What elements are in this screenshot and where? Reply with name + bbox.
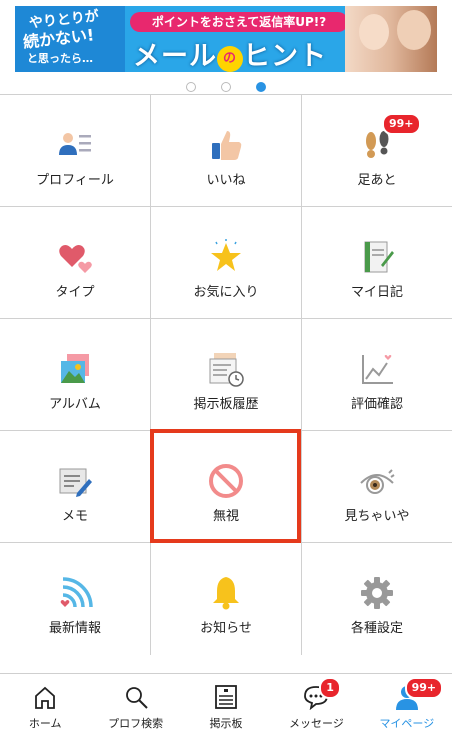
ad-banner[interactable]: やりとりが 続かない! と思ったら… ポイントをおさえて返信率UP!? メールの… [15,6,437,72]
ignore-icon [209,464,243,498]
nav-label: プロフ検索 [108,717,164,730]
search-icon [125,687,148,709]
nav-home[interactable]: ホーム [0,674,90,735]
banner-photo [345,6,437,72]
menu-item-label: いいね [206,173,246,188]
menu-item-label: 評価確認 [350,397,403,412]
menu-item-ignore[interactable]: 無視 [151,431,302,542]
banner-pill: ポイントをおさえて返信率UP!? [130,12,348,32]
bell-icon [213,577,239,610]
carousel-dot[interactable] [185,82,196,92]
board-history-icon [209,353,244,387]
menu-item-label: 最新情報 [48,621,101,636]
banner-headline-o: の [217,46,243,72]
profile-icon [59,133,91,155]
chart-icon [362,355,393,384]
menu-item-footprints[interactable]: 99+ 足あと [302,95,452,206]
menu-item-label: 掲示板履歴 [193,397,259,412]
menu-item-notices[interactable]: お知らせ [151,543,302,655]
banner-headline-a: メール [133,41,217,72]
thumbs-up-icon [212,131,242,160]
nav-label: メッセージ [289,717,344,730]
menu-item-memo[interactable]: メモ [0,431,151,542]
gear-icon [361,577,393,609]
menu-item-news[interactable]: 最新情報 [0,543,151,655]
bottom-nav: ホーム プロフ検索 掲示板 1 メッセージ 99+ マイページ [0,673,452,735]
nav-profile-search[interactable]: プロフ検索 [90,674,180,735]
memo-icon [59,468,92,497]
menu-item-like[interactable]: いいね [151,95,302,206]
menu-item-label: 無視 [212,509,239,524]
carousel-dot-active[interactable] [256,82,267,92]
album-icon [61,354,89,383]
menu-item-profile[interactable]: プロフィール [0,95,151,206]
mypage-menu-grid: プロフィール いいね 99+ 足あと タイプ お気に入り マイ日記 アルバム 掲… [0,94,452,655]
news-icon [60,577,93,608]
menu-item-board-history[interactable]: 掲示板履歴 [151,319,302,430]
nav-message[interactable]: 1 メッセージ [271,674,361,735]
menu-item-label: 各種設定 [350,621,403,636]
menu-item-diary[interactable]: マイ日記 [302,207,452,318]
eye-icon [360,469,395,494]
diary-icon [364,241,394,273]
footprints-badge: 99+ [382,113,421,135]
menu-item-album[interactable]: アルバム [0,319,151,430]
banner-headline: メールのヒント [133,34,327,72]
banner-left-panel: やりとりが 続かない! と思ったら… [15,6,125,72]
board-icon [215,685,237,709]
mypage-badge: 99+ [404,677,444,699]
menu-item-label: メモ [61,509,88,524]
banner-line3: と思ったら… [27,52,93,65]
menu-item-label: アルバム [49,397,101,412]
star-icon [211,239,241,271]
hearts-icon [59,245,92,273]
menu-item-type[interactable]: タイプ [0,207,151,318]
menu-item-label: お知らせ [200,621,252,636]
menu-item-hide[interactable]: 見ちゃいや [302,431,452,542]
banner-face-woman [359,14,389,50]
carousel-dot[interactable] [221,82,231,92]
menu-item-label: マイ日記 [350,285,403,300]
menu-item-settings[interactable]: 各種設定 [302,543,452,655]
nav-label: ホーム [28,717,62,730]
menu-item-rating[interactable]: 評価確認 [302,319,452,430]
message-badge: 1 [319,677,341,699]
menu-item-label: タイプ [55,285,95,300]
menu-item-label: お気に入り [193,285,259,300]
nav-board[interactable]: 掲示板 [181,674,271,735]
nav-mypage[interactable]: 99+ マイページ [362,674,452,735]
nav-label: 掲示板 [209,717,243,730]
menu-item-favorites[interactable]: お気に入り [151,207,302,318]
nav-label: マイページ [379,717,435,730]
menu-item-label: プロフィール [36,173,114,188]
menu-item-label: 足あと [357,173,397,188]
home-icon [35,686,56,709]
banner-face-man [397,10,431,50]
menu-item-label: 見ちゃいや [344,509,410,524]
banner-headline-b: ヒント [243,41,327,72]
